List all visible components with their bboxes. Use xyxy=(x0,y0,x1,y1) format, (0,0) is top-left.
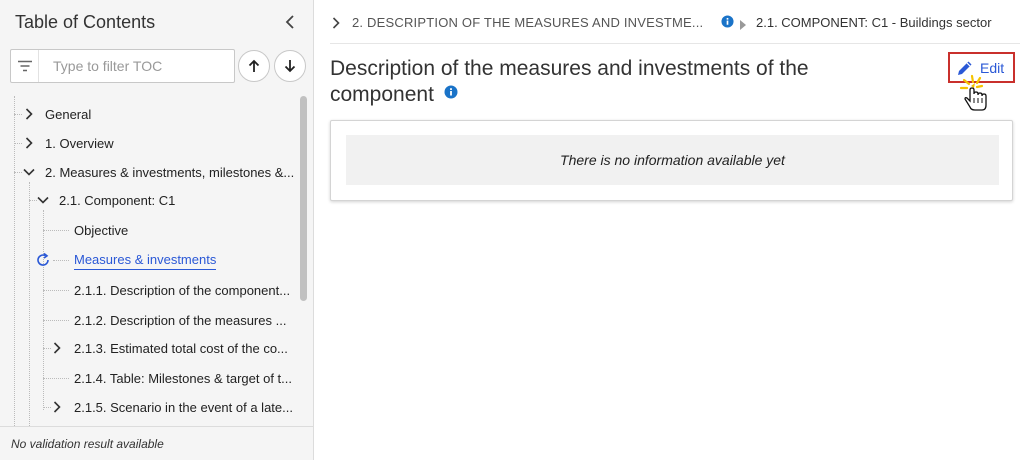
chevron-down-icon[interactable] xyxy=(22,165,36,179)
toc-filter-input[interactable] xyxy=(43,50,231,82)
info-icon[interactable] xyxy=(721,15,734,33)
tree-guide-line xyxy=(43,378,69,379)
toc-filter-row xyxy=(10,49,306,83)
content-panel: There is no information available yet xyxy=(330,120,1013,201)
chevron-right-icon[interactable] xyxy=(22,136,36,150)
chevron-left-icon xyxy=(285,15,294,29)
breadcrumb-item-section[interactable]: 2. DESCRIPTION OF THE MEASURES AND INVES… xyxy=(352,15,703,30)
toc-header: Table of Contents xyxy=(0,0,314,44)
chevron-right-icon[interactable] xyxy=(332,16,340,34)
toc-title: Table of Contents xyxy=(15,12,156,32)
page-title: Description of the measures and investme… xyxy=(330,57,809,106)
tree-guide-line xyxy=(53,260,69,261)
toc-tree: General 1. Overview 2. Measures & invest… xyxy=(0,96,300,426)
validation-status-text: No validation result available xyxy=(11,437,164,451)
toc-item-objective[interactable]: Objective xyxy=(74,218,294,242)
toc-item-2-1-3[interactable]: 2.1.3. Estimated total cost of the co... xyxy=(74,336,294,360)
arrow-up-icon xyxy=(248,59,260,72)
tree-guide-line xyxy=(43,290,69,291)
toc-item-measures-investments[interactable]: Measures & investments xyxy=(74,247,294,275)
toc-item-2-1-4[interactable]: 2.1.4. Table: Milestones & target of t..… xyxy=(74,366,294,390)
empty-state: There is no information available yet xyxy=(346,135,999,185)
arrow-down-icon xyxy=(284,60,296,73)
toc-sidebar: Table of Contents Type to filter TOC Gen… xyxy=(0,0,314,460)
filter-icon[interactable] xyxy=(11,50,39,82)
next-match-button[interactable] xyxy=(274,50,306,82)
toc-item-general[interactable]: General xyxy=(45,102,295,126)
toc-scrollbar-thumb[interactable] xyxy=(300,96,307,301)
toc-item-measures-investments-milestones[interactable]: 2. Measures & investments, milestones &.… xyxy=(45,160,297,184)
validation-footer: No validation result available xyxy=(0,426,314,460)
toc-filter-box xyxy=(10,49,235,83)
breadcrumb-separator-icon xyxy=(740,17,746,35)
toc-item-component-c1[interactable]: 2.1. Component: C1 xyxy=(59,188,295,212)
info-icon[interactable] xyxy=(444,80,458,106)
toc-item-2-1-2[interactable]: 2.1.2. Description of the measures ... xyxy=(74,308,294,332)
chevron-down-icon[interactable] xyxy=(36,193,50,207)
toc-scrollbar[interactable] xyxy=(300,96,307,426)
tree-guide-line xyxy=(14,143,22,144)
toc-item-2-1-5[interactable]: 2.1.5. Scenario in the event of a late..… xyxy=(74,395,294,419)
tree-guide-line xyxy=(43,320,69,321)
chevron-right-icon[interactable] xyxy=(50,400,64,414)
chevron-right-icon[interactable] xyxy=(22,107,36,121)
breadcrumb-item-component[interactable]: 2.1. COMPONENT: C1 - Buildings sector xyxy=(756,15,992,30)
tree-guide-line xyxy=(43,230,69,231)
tree-guide-line xyxy=(43,210,44,410)
collapse-sidebar-button[interactable] xyxy=(280,12,300,32)
hand-cursor-icon xyxy=(958,74,998,119)
toc-item-overview[interactable]: 1. Overview xyxy=(45,131,295,155)
previous-match-button[interactable] xyxy=(238,50,270,82)
tree-guide-line xyxy=(29,182,30,426)
empty-state-message: There is no information available yet xyxy=(560,152,785,168)
tree-guide-line xyxy=(14,96,15,426)
tree-guide-line xyxy=(14,172,22,173)
tree-guide-line xyxy=(14,114,22,115)
toc-item-2-1-1[interactable]: 2.1.1. Description of the component... xyxy=(74,278,294,302)
refresh-icon[interactable] xyxy=(35,252,51,268)
breadcrumb: 2. DESCRIPTION OF THE MEASURES AND INVES… xyxy=(330,0,1020,44)
chevron-right-icon[interactable] xyxy=(50,341,64,355)
